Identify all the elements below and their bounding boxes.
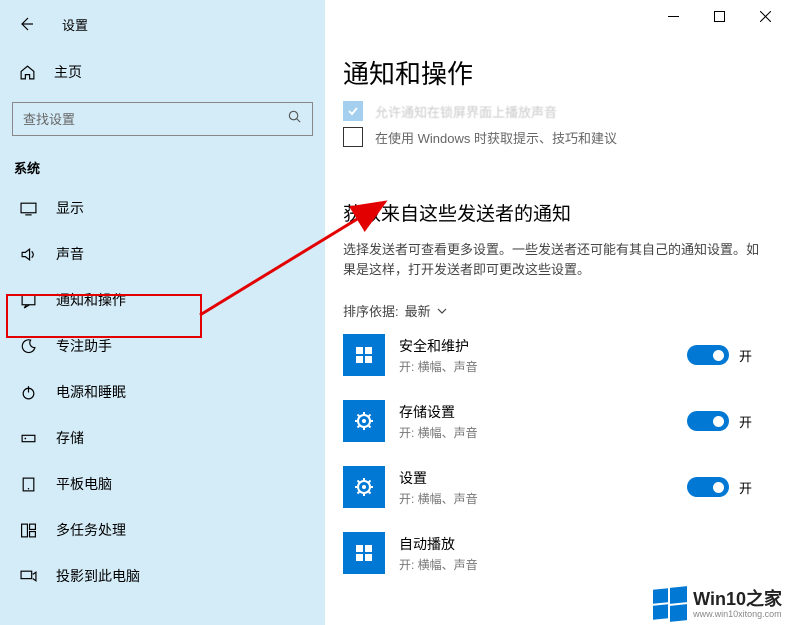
sender-name: 安全和维护 (399, 336, 687, 356)
main-panel: 通知和操作 允许通知在锁屏界面上播放声音 在使用 Windows 时获取提示、技… (325, 0, 788, 625)
checkbox-icon (343, 101, 363, 121)
autoplay-icon (343, 532, 385, 574)
sort-label: 排序依据: (343, 301, 399, 320)
sort-row: 排序依据: 最新 (343, 301, 770, 320)
sender-item[interactable]: 自动播放 开: 横幅、声音 (343, 532, 770, 574)
sidebar-item-power[interactable]: 电源和睡眠 (0, 369, 325, 415)
search-input[interactable] (23, 112, 287, 127)
section-title: 获取来自这些发送者的通知 (343, 199, 770, 226)
titlebar: 设置 (0, 0, 325, 46)
nav-list: 显示 声音 通知和操作 专注助手 电源和睡眠 存储 (0, 185, 325, 599)
page-title: 通知和操作 (343, 54, 770, 91)
sidebar-item-sound[interactable]: 声音 (0, 231, 325, 277)
sender-sub: 开: 横幅、声音 (399, 490, 687, 507)
sender-item[interactable]: 设置 开: 横幅、声音 开 (343, 466, 770, 508)
sound-icon (18, 246, 38, 263)
checkbox-row-2[interactable]: 在使用 Windows 时获取提示、技巧和建议 (343, 127, 770, 147)
sort-dropdown[interactable]: 最新 (405, 301, 447, 320)
window-title: 设置 (62, 15, 88, 34)
multitask-icon (18, 522, 38, 539)
home-label: 主页 (54, 62, 82, 82)
maximize-button[interactable] (696, 0, 742, 32)
sender-name: 设置 (399, 468, 687, 488)
chevron-down-icon (437, 306, 447, 316)
focus-icon (18, 338, 38, 355)
watermark-title: Win10之家 (693, 590, 782, 608)
tablet-icon (18, 476, 38, 493)
sender-name: 自动播放 (399, 534, 752, 554)
search-icon (287, 109, 302, 129)
sidebar-home[interactable]: 主页 (0, 52, 325, 92)
sender-list: 安全和维护 开: 横幅、声音 开 存储设置 开: 横幅、声音 (343, 334, 770, 574)
sender-item[interactable]: 安全和维护 开: 横幅、声音 开 (343, 334, 770, 376)
toggle-label: 开 (739, 412, 752, 431)
shield-icon (343, 334, 385, 376)
toggle-switch[interactable] (687, 345, 729, 365)
sender-sub: 开: 横幅、声音 (399, 358, 687, 375)
display-icon (18, 200, 38, 217)
notification-icon (18, 292, 38, 309)
toggle-switch[interactable] (687, 477, 729, 497)
close-button[interactable] (742, 0, 788, 32)
minimize-button[interactable] (650, 0, 696, 32)
arrow-left-icon (18, 16, 34, 32)
windows-logo-icon (653, 587, 687, 621)
sender-name: 存储设置 (399, 402, 687, 422)
power-icon (18, 384, 38, 401)
checkbox-label: 在使用 Windows 时获取提示、技巧和建议 (375, 128, 617, 147)
home-icon (18, 64, 36, 81)
sidebar-item-tablet[interactable]: 平板电脑 (0, 461, 325, 507)
sender-sub: 开: 横幅、声音 (399, 556, 752, 573)
project-icon (18, 568, 38, 585)
watermark: Win10之家 www.win10xitong.com (653, 587, 782, 621)
watermark-url: www.win10xitong.com (693, 610, 782, 619)
sidebar-item-storage[interactable]: 存储 (0, 415, 325, 461)
search-box[interactable] (12, 102, 313, 136)
checkbox-label: 允许通知在锁屏界面上播放声音 (375, 102, 557, 121)
gear-icon (343, 400, 385, 442)
sender-item[interactable]: 存储设置 开: 横幅、声音 开 (343, 400, 770, 442)
sidebar-item-display[interactable]: 显示 (0, 185, 325, 231)
sidebar-item-notifications[interactable]: 通知和操作 (0, 277, 325, 323)
sidebar-item-focus[interactable]: 专注助手 (0, 323, 325, 369)
toggle-label: 开 (739, 478, 752, 497)
sidebar-section-label: 系统 (14, 158, 325, 177)
storage-icon (18, 430, 38, 447)
back-button[interactable] (12, 10, 40, 38)
gear-icon (343, 466, 385, 508)
sidebar-item-project[interactable]: 投影到此电脑 (0, 553, 325, 599)
checkbox-icon (343, 127, 363, 147)
section-description: 选择发送者可查看更多设置。一些发送者还可能有其自己的通知设置。如果是这样，打开发… (343, 240, 770, 279)
sidebar-item-multitask[interactable]: 多任务处理 (0, 507, 325, 553)
toggle-label: 开 (739, 346, 752, 365)
sender-sub: 开: 横幅、声音 (399, 424, 687, 441)
window-controls (650, 0, 788, 32)
checkbox-row-1[interactable]: 允许通知在锁屏界面上播放声音 (343, 101, 770, 121)
toggle-switch[interactable] (687, 411, 729, 431)
sidebar: 设置 主页 系统 显示 声音 通知和操作 (0, 0, 325, 625)
